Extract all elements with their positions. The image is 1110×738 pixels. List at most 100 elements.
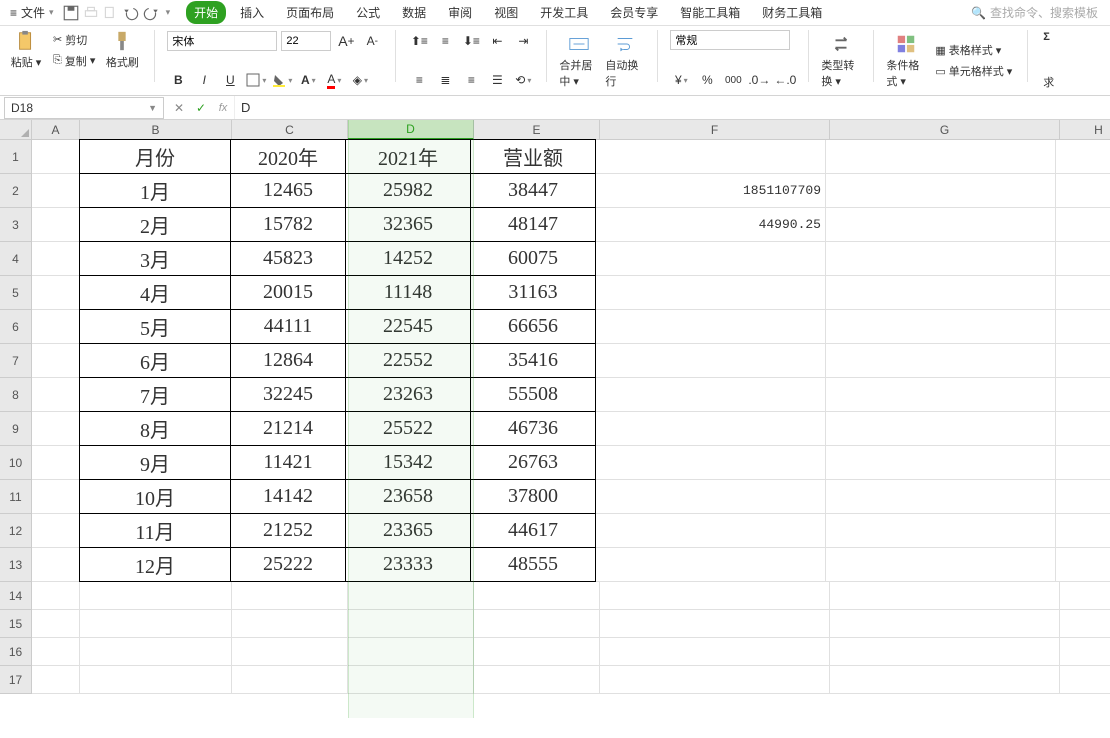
cell-C4[interactable]: 45823 — [230, 241, 346, 276]
cell-A14[interactable] — [32, 582, 80, 610]
cell-D16[interactable] — [348, 638, 474, 666]
cell-C16[interactable] — [232, 638, 348, 666]
cell-B7[interactable]: 6月 — [79, 343, 231, 378]
cell-G14[interactable] — [830, 582, 1060, 610]
cell-H12[interactable] — [1056, 514, 1110, 548]
cell-F13[interactable] — [596, 548, 826, 582]
cell-D5[interactable]: 11148 — [345, 275, 471, 310]
cell-D8[interactable]: 23263 — [345, 377, 471, 412]
cell-E6[interactable]: 66656 — [470, 309, 596, 344]
decrease-font-icon[interactable]: A- — [361, 30, 383, 52]
cell-grid[interactable]: 月份2020年2021年营业额1月12465259823844718511077… — [32, 140, 1110, 694]
cell-E3[interactable]: 48147 — [470, 207, 596, 242]
cell-G5[interactable] — [826, 276, 1056, 310]
sum-label[interactable]: 求 — [1040, 73, 1057, 91]
row-header-10[interactable]: 10 — [0, 446, 32, 480]
tab-公式[interactable]: 公式 — [348, 1, 388, 24]
underline-icon[interactable]: U — [219, 69, 241, 91]
cell-A3[interactable] — [32, 208, 80, 242]
cell-D4[interactable]: 14252 — [345, 241, 471, 276]
font-name-select[interactable] — [167, 31, 277, 51]
row-header-14[interactable]: 14 — [0, 582, 32, 610]
cell-A10[interactable] — [32, 446, 80, 480]
cell-E13[interactable]: 48555 — [470, 547, 596, 582]
cell-D14[interactable] — [348, 582, 474, 610]
cell-C2[interactable]: 12465 — [230, 173, 346, 208]
cell-E10[interactable]: 26763 — [470, 445, 596, 480]
italic-icon[interactable]: I — [193, 69, 215, 91]
row-header-12[interactable]: 12 — [0, 514, 32, 548]
cell-H13[interactable] — [1056, 548, 1110, 582]
col-header-E[interactable]: E — [474, 120, 600, 140]
cell-H6[interactable] — [1056, 310, 1110, 344]
cell-E15[interactable] — [474, 610, 600, 638]
wrap-button[interactable]: 自动换行 — [605, 33, 645, 89]
cell-B10[interactable]: 9月 — [79, 445, 231, 480]
row-header-1[interactable]: 1 — [0, 140, 32, 174]
print-preview-icon[interactable] — [102, 4, 120, 22]
cell-A9[interactable] — [32, 412, 80, 446]
cell-D7[interactable]: 22552 — [345, 343, 471, 378]
col-header-F[interactable]: F — [600, 120, 830, 140]
cell-A6[interactable] — [32, 310, 80, 344]
cell-D10[interactable]: 15342 — [345, 445, 471, 480]
cell-B6[interactable]: 5月 — [79, 309, 231, 344]
cell-G6[interactable] — [826, 310, 1056, 344]
formula-input[interactable]: D — [234, 96, 1110, 119]
cell-B12[interactable]: 11月 — [79, 513, 231, 548]
row-header-15[interactable]: 15 — [0, 610, 32, 638]
type-convert-button[interactable]: 类型转换 ▾ — [821, 30, 861, 91]
cell-E8[interactable]: 55508 — [470, 377, 596, 412]
cell-H2[interactable] — [1056, 174, 1110, 208]
row-header-11[interactable]: 11 — [0, 480, 32, 514]
effects-icon[interactable]: ◈ — [349, 69, 371, 91]
confirm-icon[interactable]: ✓ — [190, 97, 212, 119]
cell-A12[interactable] — [32, 514, 80, 548]
undo-icon[interactable] — [122, 4, 140, 22]
align-top-icon[interactable]: ⬆≡ — [408, 30, 430, 52]
cell-A16[interactable] — [32, 638, 80, 666]
cell-D9[interactable]: 25522 — [345, 411, 471, 446]
align-left-icon[interactable]: ≡ — [408, 69, 430, 91]
col-header-A[interactable]: A — [32, 120, 80, 140]
number-format-select[interactable] — [670, 30, 790, 50]
align-bottom-icon[interactable]: ⬇≡ — [460, 30, 482, 52]
cell-C17[interactable] — [232, 666, 348, 694]
cell-H14[interactable] — [1060, 582, 1110, 610]
cell-G16[interactable] — [830, 638, 1060, 666]
tab-开始[interactable]: 开始 — [186, 1, 226, 24]
tab-开发工具[interactable]: 开发工具 — [532, 1, 596, 24]
cell-G1[interactable] — [826, 140, 1056, 174]
align-center-icon[interactable]: ≣ — [434, 69, 456, 91]
cell-C10[interactable]: 11421 — [230, 445, 346, 480]
save-icon[interactable] — [62, 4, 80, 22]
cell-D1[interactable]: 2021年 — [345, 139, 471, 174]
cell-E12[interactable]: 44617 — [470, 513, 596, 548]
cell-F3[interactable]: 44990.25 — [596, 208, 826, 242]
cell-B3[interactable]: 2月 — [79, 207, 231, 242]
align-middle-icon[interactable]: ≡ — [434, 30, 456, 52]
cut-button[interactable]: ✂剪切 — [50, 31, 98, 49]
file-menu[interactable]: ≡ 文件 ▾ — [4, 2, 60, 23]
border-icon[interactable] — [245, 69, 267, 91]
cell-H7[interactable] — [1056, 344, 1110, 378]
tab-财务工具箱[interactable]: 财务工具箱 — [754, 1, 830, 24]
cell-E16[interactable] — [474, 638, 600, 666]
cell-D3[interactable]: 32365 — [345, 207, 471, 242]
cell-E9[interactable]: 46736 — [470, 411, 596, 446]
cell-G17[interactable] — [830, 666, 1060, 694]
font-color2-icon[interactable]: A — [323, 69, 345, 91]
cell-B14[interactable] — [80, 582, 232, 610]
cell-E14[interactable] — [474, 582, 600, 610]
cond-format-button[interactable]: 条件格式 ▾ — [886, 33, 926, 89]
increase-decimal-icon[interactable]: .0→ — [748, 69, 770, 91]
cell-B11[interactable]: 10月 — [79, 479, 231, 514]
cell-H1[interactable] — [1056, 140, 1110, 174]
cell-B1[interactable]: 月份 — [79, 139, 231, 174]
cell-E5[interactable]: 31163 — [470, 275, 596, 310]
cell-G2[interactable] — [826, 174, 1056, 208]
cell-B15[interactable] — [80, 610, 232, 638]
cell-F17[interactable] — [600, 666, 830, 694]
bold-icon[interactable]: B — [167, 69, 189, 91]
cell-F6[interactable] — [596, 310, 826, 344]
